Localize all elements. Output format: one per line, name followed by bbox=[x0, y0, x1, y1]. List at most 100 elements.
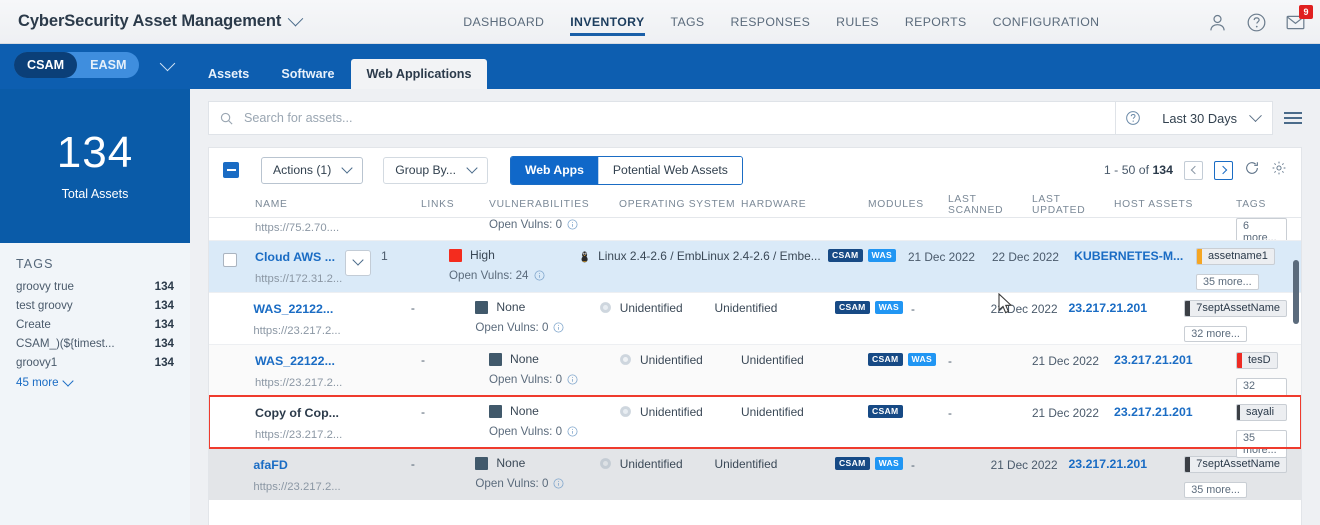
os-label: Unidentified bbox=[640, 353, 703, 367]
tab-web-applications[interactable]: Web Applications bbox=[350, 59, 488, 89]
severity-swatch bbox=[475, 300, 489, 314]
tag-chip[interactable]: tesD bbox=[1236, 352, 1278, 369]
tag-more-chip[interactable]: 35 more... bbox=[1236, 430, 1287, 458]
open-vulns-label: Open Vulns: 24 bbox=[449, 269, 529, 282]
toggle-csam[interactable]: CSAM bbox=[14, 52, 78, 78]
next-page-button[interactable] bbox=[1214, 160, 1233, 180]
brand[interactable]: CyberSecurity Asset Management bbox=[18, 10, 304, 31]
chevron-down-icon bbox=[1249, 108, 1262, 122]
tag-chip[interactable]: 7septAssetName bbox=[1184, 456, 1287, 473]
info-icon[interactable] bbox=[567, 426, 578, 437]
col-tags[interactable]: TAGS bbox=[1236, 199, 1287, 210]
notifications[interactable]: 9 bbox=[1285, 4, 1313, 33]
actions-button[interactable]: Actions (1) bbox=[261, 156, 364, 184]
toggle-easm[interactable]: EASM bbox=[77, 52, 139, 78]
tag-more-chip[interactable]: 32 more... bbox=[1184, 326, 1247, 342]
asset-name-link[interactable]: afaFD bbox=[253, 458, 287, 472]
select-all-checkbox[interactable] bbox=[223, 162, 239, 178]
host-assets-link[interactable]: KUBERNETES-M... bbox=[1074, 248, 1196, 263]
host-assets-link[interactable]: 23.217.21.201 bbox=[1114, 404, 1236, 419]
host-assets-link[interactable]: 23.217.21.201 bbox=[1068, 300, 1184, 315]
segment-web-apps[interactable]: Web Apps bbox=[510, 156, 598, 184]
nav-inventory[interactable]: INVENTORY bbox=[570, 0, 645, 44]
nav-tags[interactable]: TAGS bbox=[671, 0, 705, 44]
table-row-highlighted[interactable]: Copy of Cop... https://23.217.2... - Non… bbox=[209, 395, 1301, 458]
tag-chip-label: assetname1 bbox=[1208, 250, 1268, 262]
open-vulns: Open Vulns: 0 bbox=[475, 321, 598, 334]
nav-responses[interactable]: RESPONSES bbox=[730, 0, 810, 44]
info-icon[interactable] bbox=[567, 219, 578, 230]
list-item[interactable]: Create 134 bbox=[16, 318, 174, 331]
table-row[interactable]: afaFD https://23.217.2... - None Open Vu… bbox=[209, 448, 1301, 500]
row-expand-button[interactable] bbox=[345, 250, 371, 276]
asset-name-link[interactable]: Cloud AWS ... bbox=[255, 250, 335, 264]
col-last-scanned[interactable]: LAST SCANNED bbox=[948, 194, 1032, 216]
group-by-button[interactable]: Group By... bbox=[383, 156, 488, 184]
group-by-button-label: Group By... bbox=[395, 163, 456, 177]
tab-software[interactable]: Software bbox=[265, 59, 350, 89]
gear-icon[interactable] bbox=[1271, 160, 1287, 181]
table-row[interactable]: WAS_22122... https://23.217.2... - None … bbox=[209, 292, 1301, 344]
nav-reports[interactable]: REPORTS bbox=[905, 0, 967, 44]
search-help-button[interactable] bbox=[1116, 101, 1151, 135]
date-range-selector[interactable]: Last 30 Days bbox=[1150, 101, 1273, 135]
table-row[interactable]: Cloud AWS ... https://172.31.2... 1 High bbox=[209, 240, 1301, 292]
hardware-label: Unidentified bbox=[741, 405, 804, 419]
asset-name-link[interactable]: WAS_22122... bbox=[253, 302, 333, 316]
col-last-updated[interactable]: LAST UPDATED bbox=[1032, 194, 1114, 216]
info-icon[interactable] bbox=[567, 374, 578, 385]
prev-page-button[interactable] bbox=[1184, 160, 1203, 180]
severity-label: High bbox=[470, 248, 495, 262]
row-checkbox[interactable] bbox=[223, 253, 237, 267]
info-icon[interactable] bbox=[553, 322, 564, 333]
col-links[interactable]: LINKS bbox=[421, 199, 489, 210]
links-count: 1 bbox=[381, 249, 388, 263]
asset-name-link[interactable]: WAS_22122... bbox=[255, 354, 335, 368]
list-item[interactable]: groovy true 134 bbox=[16, 280, 174, 293]
chevron-down-icon[interactable] bbox=[159, 55, 176, 72]
col-name[interactable]: NAME bbox=[255, 199, 373, 210]
nav-dashboard[interactable]: DASHBOARD bbox=[463, 0, 544, 44]
tag-count: 134 bbox=[154, 280, 174, 293]
hardware-label: Unidentified bbox=[741, 353, 804, 367]
col-operating-system[interactable]: OPERATING SYSTEM bbox=[619, 199, 741, 210]
tag-chip[interactable]: assetname1 bbox=[1196, 248, 1275, 265]
hamburger-menu-icon[interactable] bbox=[1284, 112, 1302, 124]
question-circle-icon[interactable] bbox=[1246, 12, 1267, 33]
host-assets-link[interactable]: 23.217.21.201 bbox=[1114, 352, 1236, 367]
tag-chip[interactable]: sayali :: abc bbox=[1236, 404, 1287, 421]
links-count: - bbox=[421, 353, 426, 367]
info-icon[interactable] bbox=[534, 270, 545, 281]
host-assets-link[interactable]: 23.217.21.201 bbox=[1068, 456, 1184, 471]
segment-potential-web-assets[interactable]: Potential Web Assets bbox=[597, 156, 742, 184]
list-item[interactable]: CSAM_)(${timest... 134 bbox=[16, 337, 174, 350]
table-scrollbar[interactable] bbox=[1293, 260, 1299, 324]
user-icon[interactable] bbox=[1207, 12, 1228, 33]
tag-more-chip[interactable]: 35 more... bbox=[1184, 482, 1247, 498]
search-box[interactable] bbox=[208, 101, 1117, 135]
asset-name[interactable]: Copy of Cop... bbox=[255, 406, 339, 420]
module-badge-was: WAS bbox=[867, 249, 896, 263]
refresh-icon[interactable] bbox=[1244, 160, 1260, 181]
tab-assets[interactable]: Assets bbox=[192, 59, 265, 89]
list-item[interactable]: groovy1 134 bbox=[16, 356, 174, 369]
col-vulnerabilities[interactable]: VULNERABILITIES bbox=[489, 199, 619, 210]
info-icon[interactable] bbox=[553, 478, 564, 489]
table-row[interactable]: WAS_22122... https://23.217.2... - None … bbox=[209, 344, 1301, 406]
tag-chip[interactable]: 7septAssetName bbox=[1184, 300, 1287, 317]
table-row[interactable]: https://75.2.70.... Open Vulns: 0 6 more… bbox=[209, 218, 1301, 246]
tag-more-chip[interactable]: 35 more... bbox=[1196, 274, 1259, 290]
tags-show-more[interactable]: 45 more bbox=[16, 374, 174, 389]
tag-chip-label: 7septAssetName bbox=[1196, 458, 1280, 470]
search-input[interactable] bbox=[244, 111, 1106, 125]
unidentified-os-icon bbox=[620, 406, 631, 417]
nav-configuration[interactable]: CONFIGURATION bbox=[993, 0, 1100, 44]
col-host-assets[interactable]: HOST ASSETS bbox=[1114, 199, 1236, 210]
col-modules[interactable]: MODULES bbox=[868, 199, 948, 210]
sub-nav: CSAM EASM Assets Software Web Applicatio… bbox=[0, 44, 1320, 89]
list-item[interactable]: test groovy 134 bbox=[16, 299, 174, 312]
col-hardware[interactable]: HARDWARE bbox=[741, 199, 868, 210]
chevron-down-icon[interactable] bbox=[287, 10, 304, 27]
nav-rules[interactable]: RULES bbox=[836, 0, 879, 44]
tag-chip-label: sayali :: abc bbox=[1245, 406, 1275, 418]
